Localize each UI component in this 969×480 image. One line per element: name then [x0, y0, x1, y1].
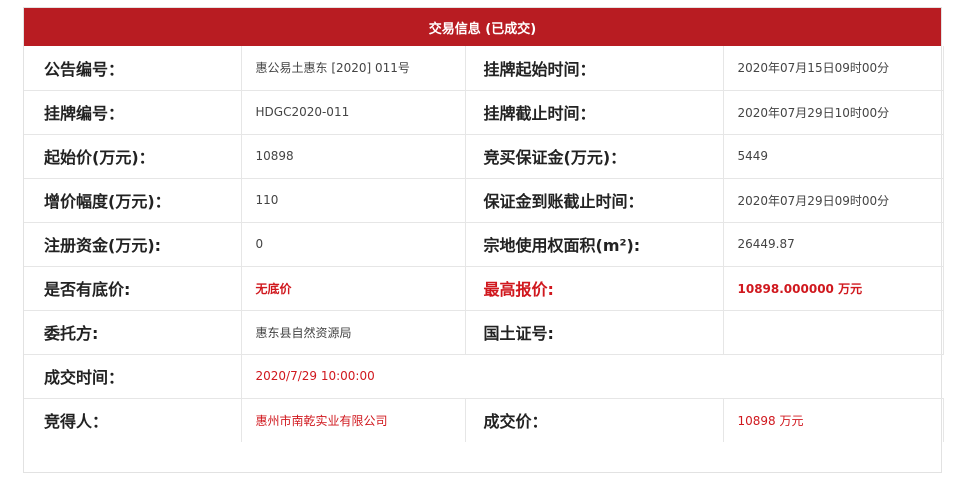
value-entrusting-party: 惠东县自然资源局	[240, 309, 466, 354]
value-winning-bidder: 惠州市南乾实业有限公司	[240, 397, 466, 442]
value-deal-time: 2020/7/29 10:00:00	[240, 353, 943, 398]
transaction-info-panel: 交易信息 (已成交) 公告编号： 惠公易土惠东 [2020] 011号 挂牌起始…	[23, 7, 944, 473]
label-land-cert-no: 国土证号:	[465, 309, 723, 354]
panel-title: 交易信息 (已成交)	[24, 8, 941, 46]
table-row: 委托方: 惠东县自然资源局 国土证号:	[24, 309, 944, 354]
table-row: 成交时间： 2020/7/29 10:00:00	[24, 353, 943, 398]
label-land-area: 宗地使用权面积(m²):	[465, 221, 723, 266]
value-announcement-no: 惠公易土惠东 [2020] 011号	[240, 46, 466, 90]
label-entrusting-party: 委托方:	[24, 309, 241, 354]
label-listing-no: 挂牌编号：	[24, 89, 241, 134]
label-listing-end-time: 挂牌截止时间：	[465, 89, 723, 134]
value-highest-bid: 10898.000000 万元	[722, 265, 944, 310]
value-reserve-price: 无底价	[240, 265, 466, 310]
value-deal-price: 10898 万元	[722, 397, 944, 442]
value-land-cert-no	[722, 309, 944, 354]
value-registered-capital: 0	[240, 221, 466, 266]
table-row: 增价幅度(万元)： 110 保证金到账截止时间： 2020年07月29日09时0…	[24, 177, 944, 222]
table-row: 公告编号： 惠公易土惠东 [2020] 011号 挂牌起始时间： 2020年07…	[24, 46, 944, 90]
value-listing-no: HDGC2020-011	[240, 89, 466, 134]
value-increment: 110	[240, 177, 466, 222]
info-table: 公告编号： 惠公易土惠东 [2020] 011号 挂牌起始时间： 2020年07…	[24, 46, 944, 442]
table-row: 是否有底价: 无底价 最高报价: 10898.000000 万元	[24, 265, 944, 310]
value-deposit-deadline: 2020年07月29日09时00分	[722, 177, 944, 222]
label-listing-start-time: 挂牌起始时间：	[465, 46, 723, 90]
label-increment: 增价幅度(万元)：	[24, 177, 241, 222]
label-highest-bid: 最高报价:	[465, 265, 723, 310]
label-winning-bidder: 竞得人：	[24, 397, 241, 442]
value-land-area: 26449.87	[722, 221, 944, 266]
label-deposit-deadline: 保证金到账截止时间：	[465, 177, 723, 222]
label-starting-price: 起始价(万元)：	[24, 133, 241, 178]
label-bid-deposit: 竞买保证金(万元)：	[465, 133, 723, 178]
value-bid-deposit: 5449	[722, 133, 944, 178]
value-starting-price: 10898	[240, 133, 466, 178]
table-row: 起始价(万元)： 10898 竞买保证金(万元)： 5449	[24, 133, 944, 178]
label-deal-time: 成交时间：	[24, 353, 241, 398]
table-row: 挂牌编号： HDGC2020-011 挂牌截止时间： 2020年07月29日10…	[24, 89, 944, 134]
table-row: 竞得人： 惠州市南乾实业有限公司 成交价： 10898 万元	[24, 397, 944, 442]
label-registered-capital: 注册资金(万元):	[24, 221, 241, 266]
table-row: 注册资金(万元): 0 宗地使用权面积(m²): 26449.87	[24, 221, 944, 266]
label-reserve-price: 是否有底价:	[24, 265, 241, 310]
value-listing-end-time: 2020年07月29日10时00分	[722, 89, 944, 134]
value-listing-start-time: 2020年07月15日09时00分	[722, 46, 944, 90]
label-deal-price: 成交价：	[465, 397, 723, 442]
label-announcement-no: 公告编号：	[24, 46, 241, 90]
